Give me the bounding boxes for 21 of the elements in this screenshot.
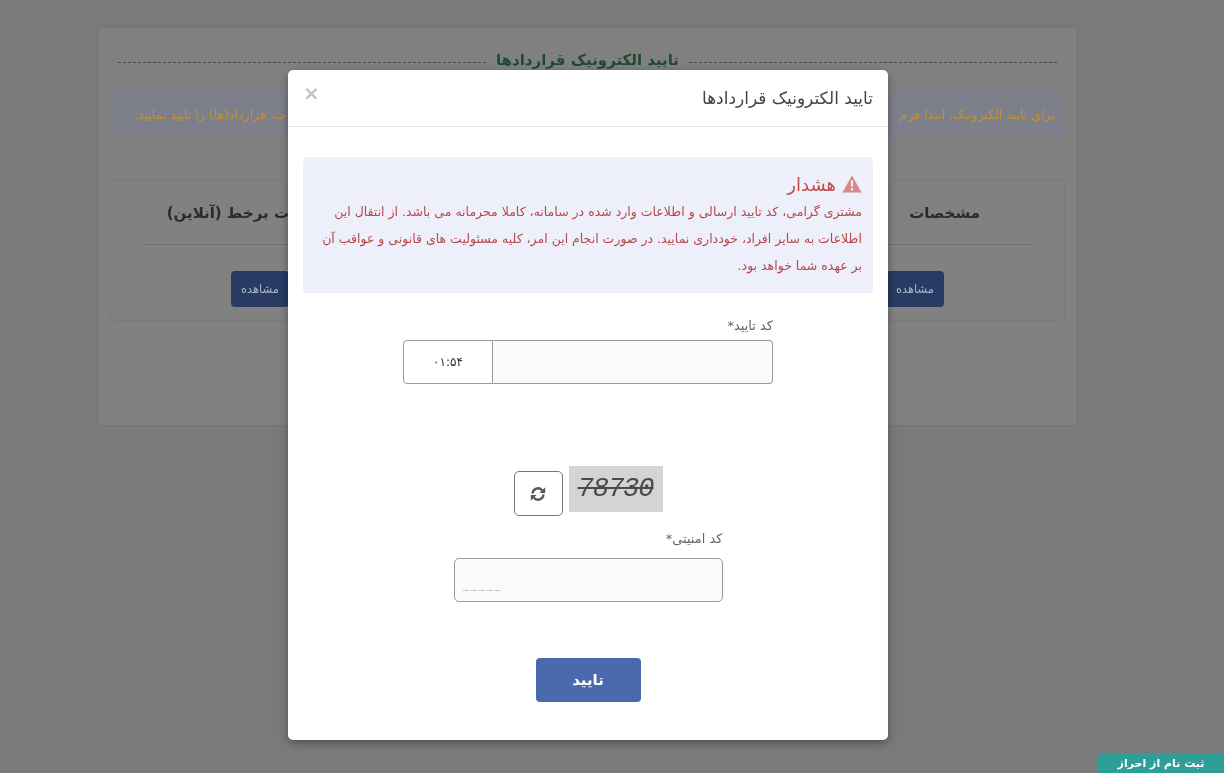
warning-text: مشتری گرامی، کد تایید ارسالی و اطلاعات وارد شده در سامانه، کاملا محرمانه می باشد. از انتقال این اطلاعات به سایر افراد، خودداری نمایید. در صورت انجام این امر، کلیه مسئولیت های قانونی و عواقب آن بر عهده شما خواهد بود.	[321, 203, 862, 276]
field-label: کد تایید*	[726, 318, 773, 334]
countdown-timer: ۰۱:۵۴	[403, 340, 493, 384]
alert-heading: هشدار	[787, 173, 836, 195]
captcha-text: 78730	[577, 474, 654, 504]
confirm-button[interactable]: تایید	[535, 658, 641, 702]
captcha-input[interactable]: _____	[453, 558, 723, 602]
notice-text: ت، قرارداد(ها) را تایید نمایید.	[134, 107, 286, 122]
modal-title: تایید الکترونیک قراردادها	[701, 88, 873, 108]
warning-icon	[842, 175, 862, 193]
card-title: مشخصات	[908, 203, 981, 224]
card-title: ت برخط (آنلاین)	[166, 203, 289, 224]
verification-code-input[interactable]	[493, 340, 773, 384]
register-button[interactable]: ثبت نام از احراز	[1098, 754, 1224, 773]
refresh-icon	[529, 484, 547, 503]
view-button[interactable]: مشاهده	[886, 271, 944, 307]
field-label: کد امنیتی*	[664, 531, 723, 547]
refresh-button[interactable]	[513, 471, 563, 516]
notice-text: برای تایید الکترونیک، ابتدا فرم	[899, 107, 1055, 122]
view-button[interactable]: مشاهده	[231, 271, 289, 307]
section-title: تایید الکترونیک قراردادها	[496, 51, 679, 69]
